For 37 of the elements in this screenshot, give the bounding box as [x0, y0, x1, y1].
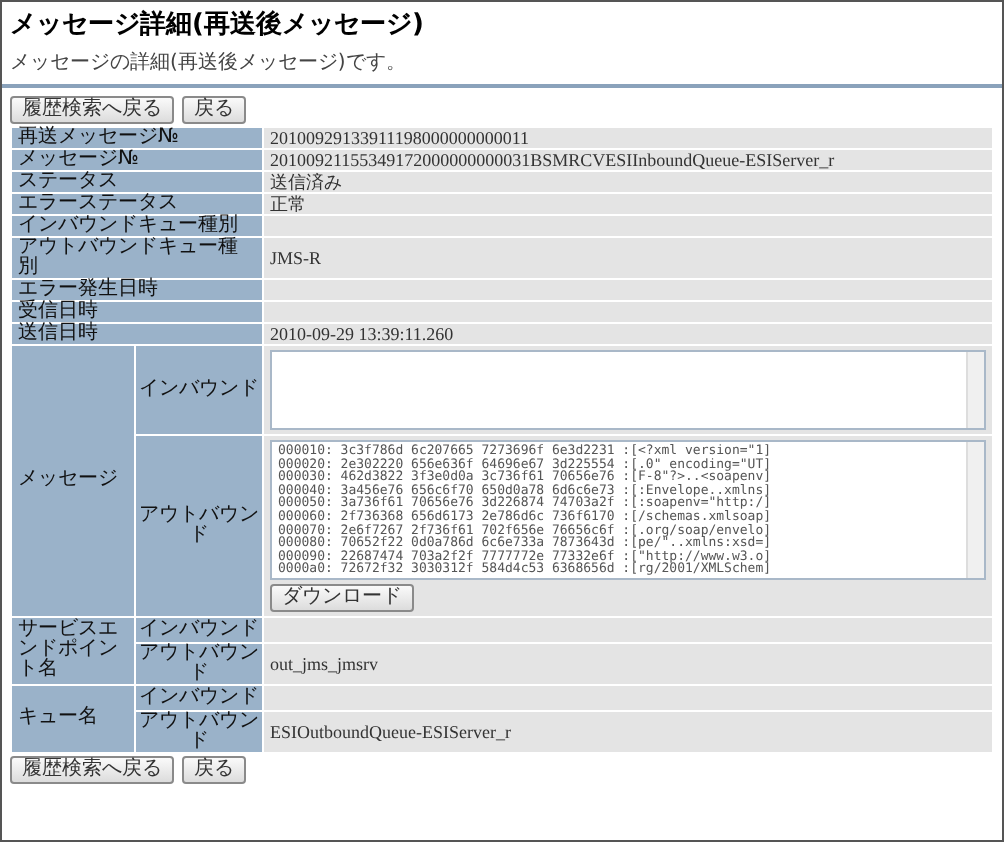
- page-description: メッセージの詳細(再送後メッセージ)です。: [10, 49, 408, 76]
- field-value: 送信済み: [263, 171, 993, 193]
- sub-label: アウトバウンド: [135, 435, 263, 617]
- field-label: 送信日時: [11, 323, 263, 345]
- scrollbar[interactable]: [966, 442, 984, 578]
- field-label: メッセージ№: [11, 149, 263, 171]
- field-value: ESIOutboundQueue-ESIServer_r: [263, 710, 993, 753]
- group-label: メッセージ: [11, 345, 135, 617]
- field-value: 20100929133911198000000000011: [263, 127, 993, 149]
- field-label: インバウンドキュー種別: [11, 215, 263, 237]
- sub-label: インバウンド: [135, 684, 263, 711]
- field-label: 再送メッセージ№: [11, 127, 263, 149]
- group-label: サービスエンドポイント名: [11, 616, 135, 685]
- field-label: 受信日時: [11, 301, 263, 323]
- outbound-text-area[interactable]: [270, 440, 986, 580]
- back-to-search-button[interactable]: 履歴検索へ戻る: [10, 96, 174, 124]
- back-to-search-button[interactable]: 履歴検索へ戻る: [10, 755, 174, 784]
- back-button[interactable]: 戻る: [182, 96, 246, 124]
- field-value: 正常: [263, 193, 993, 215]
- sub-label: アウトバウンド: [135, 710, 263, 753]
- sub-label: アウトバウンド: [135, 642, 263, 685]
- field-value: out_jms_jmsrv: [263, 642, 993, 685]
- field-label: アウトバウンドキュー種別: [11, 237, 263, 279]
- field-label: ステータス: [11, 171, 263, 193]
- field-value: JMS-R: [263, 237, 993, 279]
- sub-label: インバウンド: [135, 345, 263, 435]
- field-value: 20100921155349172000000000031BSMRCVESIInboundQueue-ESIServer_r: [263, 149, 993, 171]
- field-value: 2010-09-29 13:39:11.260: [263, 323, 993, 345]
- inbound-text-area[interactable]: [270, 350, 986, 430]
- back-button[interactable]: 戻る: [182, 755, 246, 784]
- download-button[interactable]: ダウンロード: [270, 583, 414, 612]
- field-label: エラー発生日時: [11, 279, 263, 301]
- field-label: エラーステータス: [11, 193, 263, 215]
- scrollbar[interactable]: [966, 352, 984, 428]
- page-title: メッセージ詳細(再送後メッセージ): [10, 8, 426, 42]
- group-label: キュー名: [11, 684, 135, 753]
- sub-label: インバウンド: [135, 616, 263, 643]
